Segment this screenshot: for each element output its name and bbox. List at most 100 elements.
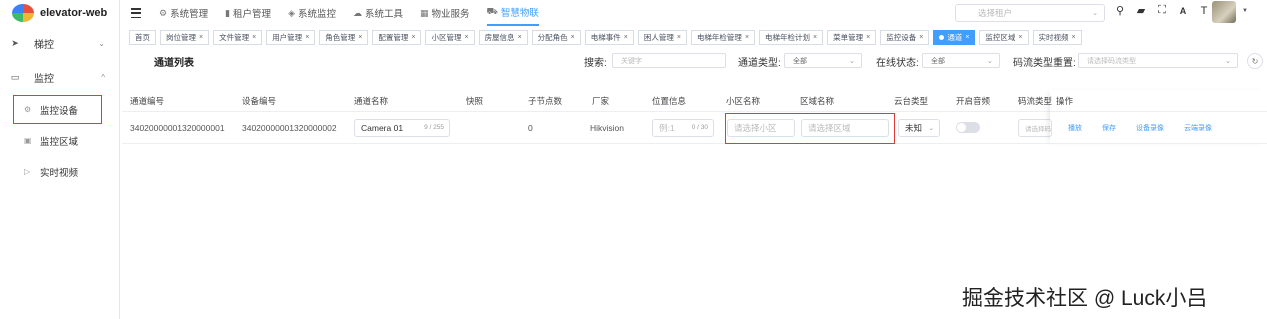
close-icon[interactable]: × xyxy=(965,34,969,41)
col-area: 区域名称 xyxy=(800,95,835,106)
nav-system-tools[interactable]: ☁ 系统工具 xyxy=(353,6,403,21)
car-icon: ⛟ xyxy=(486,6,498,16)
tag-label: 用户管理 xyxy=(272,33,303,42)
close-icon[interactable]: × xyxy=(866,34,870,41)
close-icon[interactable]: × xyxy=(745,34,749,41)
close-icon[interactable]: × xyxy=(1018,34,1022,41)
caret-down-icon[interactable]: ▼ xyxy=(1242,8,1248,14)
device-icon: ⚙ xyxy=(24,105,32,114)
tag-label: 分配角色 xyxy=(537,33,568,42)
search-input[interactable]: 关键字 xyxy=(612,53,726,68)
ptz-select[interactable]: 未知 ⌄ xyxy=(898,118,940,137)
font-icon[interactable]: A xyxy=(1177,6,1189,16)
sidebar-group-label: 梯控 xyxy=(34,39,54,51)
close-icon[interactable]: × xyxy=(358,34,362,41)
tag-item[interactable]: 通道 × xyxy=(933,30,976,45)
active-dot-icon xyxy=(939,35,945,40)
tag-item[interactable]: 菜单管理 × xyxy=(827,30,877,45)
tag-label: 岗位管理 xyxy=(166,33,196,42)
stream-type-placeholder: 请选择码流类型 xyxy=(1087,57,1136,65)
message-icon[interactable]: ▰ xyxy=(1135,4,1147,17)
tag-item[interactable]: 文件管理 × xyxy=(213,30,263,45)
tag-item[interactable]: 监控设备 × xyxy=(880,30,930,45)
chevron-down-icon: ⌄ xyxy=(1092,10,1098,17)
stream-placeholder: 请选择码 xyxy=(1025,125,1051,133)
tag-item[interactable]: 角色管理 × xyxy=(319,30,369,45)
tag-item[interactable]: 困人管理 × xyxy=(637,30,687,45)
close-icon[interactable]: × xyxy=(305,34,309,41)
sidebar-group-label: 监控 xyxy=(34,73,54,85)
audio-toggle[interactable] xyxy=(956,122,980,133)
tag-item[interactable]: 首页 xyxy=(129,30,156,45)
tag-item[interactable]: 电梯年检计划 × xyxy=(759,30,824,45)
close-icon[interactable]: × xyxy=(411,34,415,41)
tag-item[interactable]: 岗位管理 × xyxy=(160,30,210,45)
close-icon[interactable]: × xyxy=(518,34,522,41)
tag-item[interactable]: 房屋信息 × xyxy=(478,30,528,45)
hamburger-icon[interactable] xyxy=(131,8,141,18)
cell-channel-id: 34020000001320000001 xyxy=(130,122,225,133)
fullscreen-icon[interactable]: ⛶ xyxy=(1156,4,1168,17)
text-size-icon[interactable]: T xyxy=(1198,5,1210,17)
nav-property-service[interactable]: ▦ 物业服务 xyxy=(420,6,470,21)
tag-item[interactable]: 配置管理 × xyxy=(372,30,422,45)
video-icon: ▷ xyxy=(24,167,31,176)
close-icon[interactable]: × xyxy=(1072,34,1076,41)
close-icon[interactable]: × xyxy=(252,34,256,41)
nav-tenant-manage[interactable]: ▮ 租户管理 xyxy=(225,6,271,21)
online-status-select[interactable]: 全部 ⌄ xyxy=(922,53,1000,68)
stream-select[interactable]: 请选择码 xyxy=(1018,118,1052,137)
col-children: 子节点数 xyxy=(528,95,563,106)
tag-label: 通道 xyxy=(947,33,963,42)
channel-name-input[interactable]: Camera 01 9 / 255 xyxy=(354,118,450,137)
col-snapshot: 快照 xyxy=(466,95,484,106)
chevron-down-icon: ⌄ xyxy=(849,57,855,65)
nav-system-monitor[interactable]: ◈ 系统监控 xyxy=(288,6,336,21)
location-input[interactable]: 例:1 0 / 30 xyxy=(652,118,714,137)
channel-type-value: 全部 xyxy=(793,57,807,65)
sidebar-item-monitor-area[interactable]: ▣ 监控区域 xyxy=(0,125,119,156)
close-icon[interactable]: × xyxy=(571,34,575,41)
close-icon[interactable]: × xyxy=(199,34,203,41)
cell-children: 0 xyxy=(528,122,533,133)
tag-item[interactable]: 电梯年检管理 × xyxy=(690,30,756,45)
close-icon[interactable]: × xyxy=(464,34,468,41)
search-label: 搜索: xyxy=(584,58,607,69)
logo-icon xyxy=(12,4,34,22)
stream-type-select[interactable]: 请选择码流类型 ⌄ xyxy=(1078,53,1238,68)
sidebar-group-monitor[interactable]: ▭ 监控 ^ xyxy=(0,60,119,94)
close-icon[interactable]: × xyxy=(813,34,817,41)
tag-item[interactable]: 实时视频 × xyxy=(1032,30,1082,45)
tenant-select[interactable]: 选择租户 ⌄ xyxy=(955,4,1105,22)
tag-item[interactable]: 分配角色 × xyxy=(531,30,581,45)
search-icon[interactable]: ⚲ xyxy=(1114,4,1126,17)
tag-label: 实时视频 xyxy=(1038,33,1069,42)
sidebar-item-realtime-video[interactable]: ▷ 实时视频 xyxy=(0,156,119,187)
sidebar-group-elevator[interactable]: ➤ 梯控 ⌄ xyxy=(0,26,119,60)
app-logo[interactable]: elevator-web xyxy=(0,0,119,26)
location-count: 0 / 30 xyxy=(691,124,708,131)
top-nav: ⚙ 系统管理 ▮ 租户管理 ◈ 系统监控 ☁ 系统工具 ▦ 物业服务 ⛟ 智慧物联 选择租户… xyxy=(120,0,1267,26)
toolbar: ⚲ ▰ ⛶ A T xyxy=(1114,4,1210,17)
close-icon[interactable]: × xyxy=(677,34,681,41)
tag-item[interactable]: 用户管理 × xyxy=(266,30,316,45)
nav-system-manage[interactable]: ⚙ 系统管理 xyxy=(159,6,208,21)
stream-type-label: 码流类型重置: xyxy=(1013,58,1076,69)
nav-smart-iot[interactable]: ⛟ 智慧物联 xyxy=(486,0,539,26)
building-icon: ▦ xyxy=(420,7,429,18)
tag-label: 电梯事件 xyxy=(590,33,621,42)
tag-label: 文件管理 xyxy=(219,33,250,42)
close-icon[interactable]: × xyxy=(624,34,628,41)
tag-item[interactable]: 电梯事件 × xyxy=(584,30,634,45)
avatar[interactable] xyxy=(1212,1,1236,23)
channel-type-select[interactable]: 全部 ⌄ xyxy=(784,53,862,68)
chevron-down-icon: ⌄ xyxy=(987,57,993,65)
refresh-icon[interactable]: ↻ xyxy=(1247,53,1263,69)
close-icon[interactable]: × xyxy=(919,34,923,41)
tag-item[interactable]: 小区管理 × xyxy=(425,30,475,45)
tags-view: 首页 岗位管理 × 文件管理 × 用户管理 × 角色管理 × 配置管理 × 小区管理 × 房屋信息 × 分配角… xyxy=(129,30,1082,46)
tag-item[interactable]: 监控区域 × xyxy=(979,30,1029,45)
sidebar: elevator-web ➤ 梯控 ⌄ ▭ 监控 ^ ⚙ 监控设备 ▣ 监控区域… xyxy=(0,0,120,319)
col-audio: 开启音频 xyxy=(956,95,991,106)
sidebar-item-monitor-device[interactable]: ⚙ 监控设备 xyxy=(12,94,103,125)
